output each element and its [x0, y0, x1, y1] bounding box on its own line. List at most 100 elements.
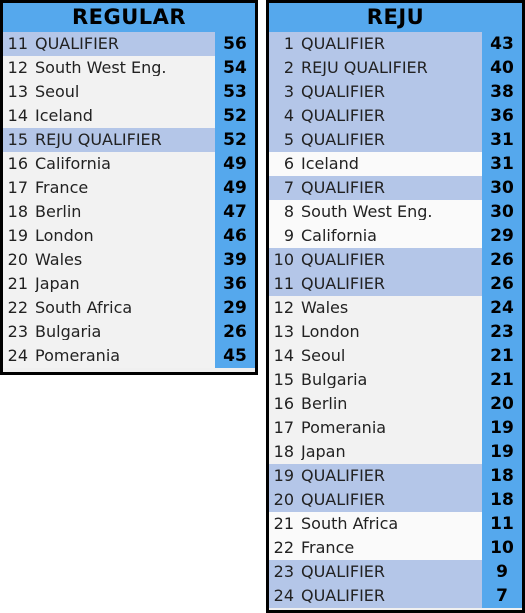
table-row[interactable]: 23 QUALIFIER 9 — [269, 560, 522, 584]
row-rank: 20 — [7, 250, 28, 269]
table-row[interactable]: 4 QUALIFIER 36 — [269, 104, 522, 128]
row-score: 56 — [215, 32, 255, 56]
row-rank: 24 — [7, 346, 28, 365]
row-entry: 10 QUALIFIER — [269, 248, 482, 272]
table-row[interactable]: 22 South Africa 29 — [3, 296, 255, 320]
table-row[interactable]: 17 Pomerania 19 — [269, 416, 522, 440]
table-row[interactable]: 10 QUALIFIER 26 — [269, 248, 522, 272]
table-row[interactable]: 21 South Africa 11 — [269, 512, 522, 536]
leaderboard-page: REGULAR 11 QUALIFIER 56 12 South West Eng. 54… — [0, 0, 525, 613]
table-row[interactable]: 1 QUALIFIER 43 — [269, 32, 522, 56]
row-rank: 17 — [273, 418, 294, 437]
row-entry: 1 QUALIFIER — [269, 32, 482, 56]
table-row[interactable]: 14 Seoul 21 — [269, 344, 522, 368]
row-score: 29 — [482, 224, 522, 248]
row-entry: 22 South Africa — [3, 296, 215, 320]
row-entry: 15 Bulgaria — [269, 368, 482, 392]
row-entry: 13 Seoul — [3, 80, 215, 104]
row-entry: 16 Berlin — [269, 392, 482, 416]
table-row[interactable]: 20 Wales 39 — [3, 248, 255, 272]
table-row[interactable]: 6 Iceland 31 — [269, 152, 522, 176]
row-name: Iceland — [35, 108, 93, 124]
row-score: 19 — [482, 440, 522, 464]
table-row[interactable]: 12 South West Eng. 54 — [3, 56, 255, 80]
row-name: Seoul — [301, 348, 346, 364]
row-rank: 11 — [273, 274, 294, 293]
table-row[interactable]: 5 QUALIFIER 31 — [269, 128, 522, 152]
row-score: 31 — [482, 128, 522, 152]
row-entry: 24 Pomerania — [3, 344, 215, 368]
row-name: Pomerania — [301, 420, 387, 436]
row-score: 47 — [215, 200, 255, 224]
row-rank: 11 — [7, 34, 28, 53]
table-row[interactable]: 20 QUALIFIER 18 — [269, 488, 522, 512]
table-row[interactable]: 15 Bulgaria 21 — [269, 368, 522, 392]
row-name: REJU QUALIFIER — [301, 60, 428, 76]
table-row[interactable]: 19 London 46 — [3, 224, 255, 248]
row-rank: 18 — [7, 202, 28, 221]
row-score: 36 — [482, 104, 522, 128]
row-name: London — [35, 228, 94, 244]
reju-leaderboard-table: REJU 1 QUALIFIER 43 2 REJU QUALIFIER 40 3 QUALI… — [266, 0, 525, 613]
table-row[interactable]: 19 QUALIFIER 18 — [269, 464, 522, 488]
row-name: QUALIFIER — [301, 36, 386, 52]
table-row[interactable]: 12 Wales 24 — [269, 296, 522, 320]
row-rank: 24 — [273, 586, 294, 605]
table-row[interactable]: 13 Seoul 53 — [3, 80, 255, 104]
row-entry: 8 South West Eng. — [269, 200, 482, 224]
row-entry: 13 London — [269, 320, 482, 344]
table-row[interactable]: 3 QUALIFIER 38 — [269, 80, 522, 104]
row-rank: 6 — [283, 154, 294, 173]
row-name: QUALIFIER — [301, 276, 386, 292]
table-row[interactable]: 14 Iceland 52 — [3, 104, 255, 128]
row-rank: 16 — [273, 394, 294, 413]
row-rank: 4 — [283, 106, 294, 125]
row-entry: 20 Wales — [3, 248, 215, 272]
row-rank: 19 — [273, 466, 294, 485]
row-rank: 16 — [7, 154, 28, 173]
table-row[interactable]: 22 France 10 — [269, 536, 522, 560]
table-row[interactable]: 17 France 49 — [3, 176, 255, 200]
table-row[interactable]: 8 South West Eng. 30 — [269, 200, 522, 224]
reju-table-title: REJU — [269, 3, 522, 32]
table-row[interactable]: 15 REJU QUALIFIER 52 — [3, 128, 255, 152]
table-row[interactable]: 24 Pomerania 45 — [3, 344, 255, 368]
row-rank: 17 — [7, 178, 28, 197]
table-row[interactable]: 11 QUALIFIER 26 — [269, 272, 522, 296]
row-entry: 23 Bulgaria — [3, 320, 215, 344]
row-score: 26 — [215, 320, 255, 344]
row-rank: 3 — [283, 82, 294, 101]
table-row[interactable]: 2 REJU QUALIFIER 40 — [269, 56, 522, 80]
table-row[interactable]: 24 QUALIFIER 7 — [269, 584, 522, 608]
row-name: Wales — [301, 300, 349, 316]
row-name: South Africa — [301, 516, 399, 532]
row-name: Japan — [301, 444, 346, 460]
row-score: 9 — [482, 560, 522, 584]
row-score: 26 — [482, 248, 522, 272]
row-score: 23 — [482, 320, 522, 344]
row-entry: 7 QUALIFIER — [269, 176, 482, 200]
table-row[interactable]: 18 Berlin 47 — [3, 200, 255, 224]
table-row[interactable]: 18 Japan 19 — [269, 440, 522, 464]
table-row[interactable]: 23 Bulgaria 26 — [3, 320, 255, 344]
table-row[interactable]: 13 London 23 — [269, 320, 522, 344]
table-row[interactable]: 16 Berlin 20 — [269, 392, 522, 416]
row-score: 52 — [215, 104, 255, 128]
table-row[interactable]: 16 California 49 — [3, 152, 255, 176]
table-row[interactable]: 7 QUALIFIER 30 — [269, 176, 522, 200]
row-score: 54 — [215, 56, 255, 80]
table-row[interactable]: 9 California 29 — [269, 224, 522, 248]
row-rank: 8 — [283, 202, 294, 221]
row-name: QUALIFIER — [301, 252, 386, 268]
row-entry: 12 South West Eng. — [3, 56, 215, 80]
row-entry: 2 REJU QUALIFIER — [269, 56, 482, 80]
row-entry: 20 QUALIFIER — [269, 488, 482, 512]
row-score: 10 — [482, 536, 522, 560]
table-row[interactable]: 11 QUALIFIER 56 — [3, 32, 255, 56]
row-entry: 14 Seoul — [269, 344, 482, 368]
row-name: Bulgaria — [35, 324, 102, 340]
row-name: QUALIFIER — [35, 36, 120, 52]
row-name: South West Eng. — [35, 60, 167, 76]
table-row[interactable]: 21 Japan 36 — [3, 272, 255, 296]
row-entry: 23 QUALIFIER — [269, 560, 482, 584]
